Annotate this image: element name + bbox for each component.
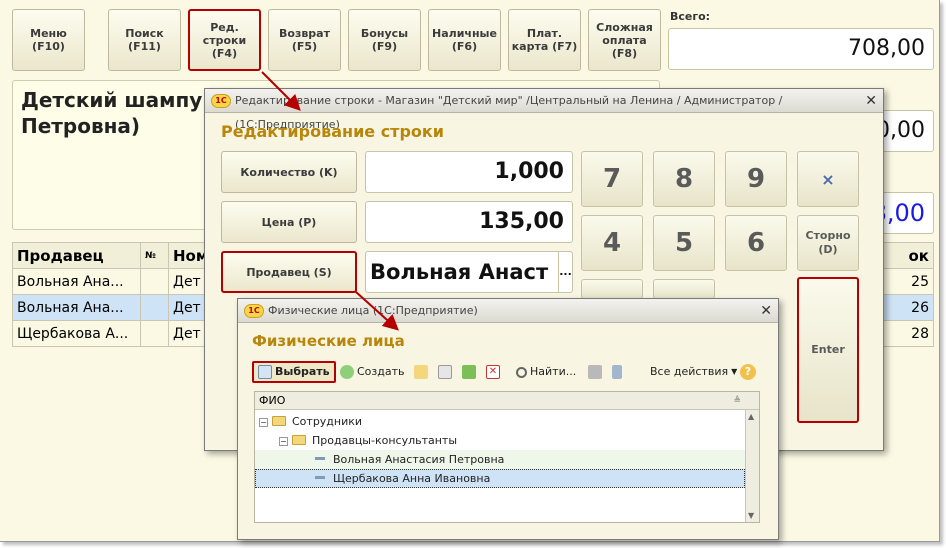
arrow-seller — [355, 291, 399, 331]
annotation-arrows — [261, 71, 399, 331]
arrow-edit-line — [261, 71, 301, 111]
